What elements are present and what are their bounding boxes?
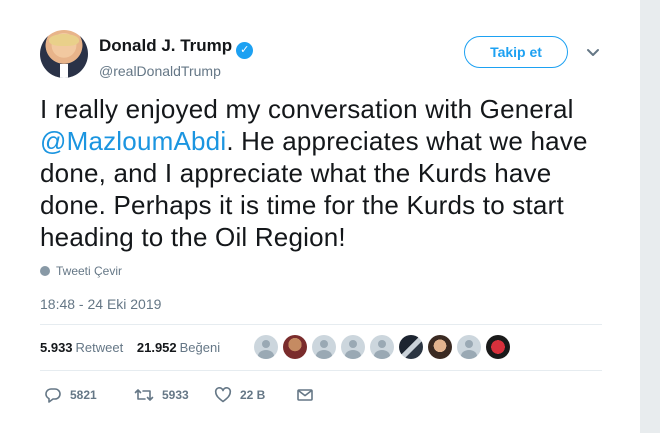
retweet-stat[interactable]: 5.933 Retweet [40, 340, 123, 355]
retweet-stat-label: Retweet [75, 340, 124, 355]
stats-bottom-divider [40, 370, 602, 371]
retweet-count-action: 5933 [162, 388, 189, 402]
like-stat-label: Beğeni [179, 340, 221, 355]
retweet-count: 5.933 [40, 340, 73, 355]
tweet-timestamp[interactable]: 18:48 - 24 Eki 2019 [40, 296, 161, 312]
envelope-icon [296, 386, 314, 404]
retweet-icon [134, 386, 154, 404]
liker-avatar[interactable] [254, 335, 278, 359]
translate-tweet-link[interactable]: Tweeti Çevir [40, 264, 122, 278]
liker-avatar[interactable] [283, 335, 307, 359]
author-names: Donald J. Trump ✓ @realDonaldTrump [99, 36, 254, 79]
liker-avatar[interactable] [486, 335, 510, 359]
like-stat[interactable]: 21.952 Beğeni [137, 340, 220, 355]
tweet-header: Donald J. Trump ✓ @realDonaldTrump Takip … [40, 30, 610, 86]
liker-avatar[interactable] [370, 335, 394, 359]
tweet-stats: 5.933 Retweet 21.952 Beğeni [40, 340, 230, 355]
translate-tweet-label: Tweeti Çevir [56, 264, 123, 278]
reply-icon [44, 386, 62, 404]
tweet-text: I really enjoyed my conversation with Ge… [40, 93, 610, 253]
liker-avatar[interactable] [428, 335, 452, 359]
stats-top-divider [40, 324, 602, 325]
heart-icon [214, 386, 232, 404]
follow-button[interactable]: Takip et [464, 36, 568, 68]
mention-link[interactable]: @MazloumAbdi [40, 126, 226, 156]
author-display-name[interactable]: Donald J. Trump [99, 36, 232, 55]
retweet-action[interactable]: 5933 [134, 386, 214, 404]
like-count-action: 22 B [240, 388, 266, 402]
reply-count: 5821 [70, 388, 97, 402]
liker-avatar[interactable] [341, 335, 365, 359]
liker-avatar[interactable] [399, 335, 423, 359]
liker-avatars [254, 335, 510, 359]
author-avatar[interactable] [40, 30, 88, 78]
like-count: 21.952 [136, 340, 177, 355]
direct-message-action[interactable] [296, 386, 314, 404]
reply-action[interactable]: 5821 [44, 386, 134, 404]
globe-icon [40, 266, 50, 276]
tweet-card: Donald J. Trump ✓ @realDonaldTrump Takip … [0, 0, 640, 433]
tweet-text-before-mention: I really enjoyed my conversation with Ge… [40, 94, 574, 124]
tweet-actions: 5821 5933 22 B [44, 386, 314, 404]
liker-avatar[interactable] [457, 335, 481, 359]
chevron-down-icon[interactable] [584, 44, 602, 62]
like-action[interactable]: 22 B [214, 386, 296, 404]
liker-avatar[interactable] [312, 335, 336, 359]
author-handle[interactable]: @realDonaldTrump [99, 63, 253, 79]
verified-badge-icon: ✓ [236, 42, 254, 59]
